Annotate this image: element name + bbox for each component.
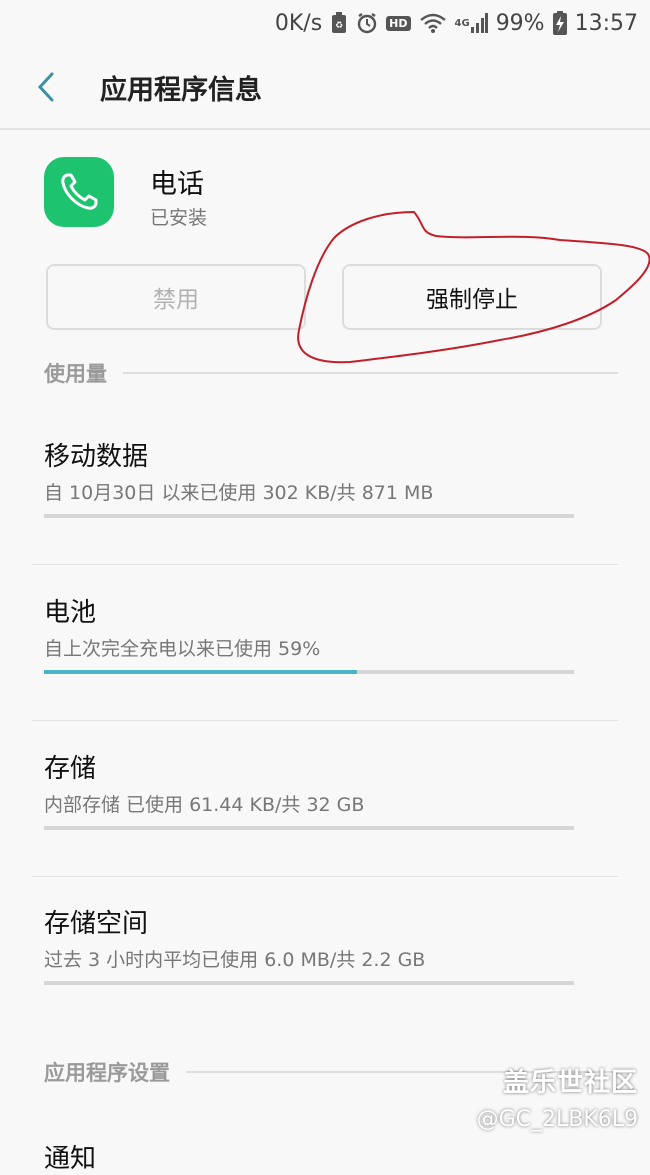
disable-button[interactable]: 禁用 [46,264,306,330]
app-install-status: 已安装 [150,207,208,229]
usage-progress-fill [44,670,357,674]
usage-progress-bar [44,981,574,985]
network-type: 4G [454,17,470,29]
usage-progress-bar [44,670,574,674]
page-title: 应用程序信息 [100,74,262,106]
phone-icon [61,173,98,210]
usage-item-subtitle: 自 10月30日 以来已使用 302 KB/共 871 MB [44,482,434,504]
usage-progress-bar [44,826,574,830]
svg-text:♻: ♻ [335,21,343,31]
usage-item-title: 存储 [44,754,97,784]
wifi-icon [419,12,447,34]
usage-progress-bar [44,514,574,518]
divider [32,564,618,565]
divider [32,720,618,721]
recycle-icon: ♻ [330,12,348,34]
settings-section-title: 应用程序设置 [44,1061,170,1085]
status-bar: 0K/s ♻ HD 4G 99% 13:57 [0,0,650,46]
app-info: 电话 已安装 [44,150,604,240]
cell-signal-icon: 4G [455,12,488,34]
usage-item-title: 存储空间 [44,909,149,939]
divider [32,876,618,877]
force-stop-button[interactable]: 强制停止 [342,264,602,330]
alarm-icon [356,12,378,34]
back-button[interactable] [0,45,100,129]
back-arrow-icon [37,72,54,102]
usage-item-mobile-data[interactable]: 移动数据 自 10月30日 以来已使用 302 KB/共 871 MB [44,436,618,536]
app-bar: 应用程序信息 [0,46,650,130]
usage-item-title: 移动数据 [44,442,149,472]
watermark-brand: 盖乐世社区 [502,1068,638,1098]
app-name: 电话 [150,169,204,200]
hd-badge: HD [386,15,411,31]
phone-app-icon [44,157,114,227]
usage-section-header: 使用量 [44,358,618,388]
usage-item-battery[interactable]: 电池 自上次完全充电以来已使用 59% [44,592,618,692]
settings-item-notifications[interactable]: 通知 [44,1138,96,1175]
net-speed: 0K/s [274,10,323,36]
section-rule [123,372,618,374]
clock: 13:57 [574,10,638,36]
battery-charging-icon [552,11,567,35]
usage-section-title: 使用量 [44,362,107,386]
battery-percent: 99% [495,10,545,36]
watermark-user-id: @GC_2LBK6L9 [476,1107,638,1132]
watermark: 盖乐世社区 @GC_2LBK6L9 [477,1062,638,1132]
usage-item-subtitle: 内部存储 已使用 61.44 KB/共 32 GB [44,794,365,816]
usage-item-subtitle: 自上次完全充电以来已使用 59% [44,638,321,660]
usage-item-storage[interactable]: 存储 内部存储 已使用 61.44 KB/共 32 GB [44,748,618,848]
usage-item-memory[interactable]: 存储空间 过去 3 小时内平均已使用 6.0 MB/共 2.2 GB [44,903,618,1003]
usage-item-title: 电池 [44,598,97,628]
usage-item-subtitle: 过去 3 小时内平均已使用 6.0 MB/共 2.2 GB [44,949,426,971]
